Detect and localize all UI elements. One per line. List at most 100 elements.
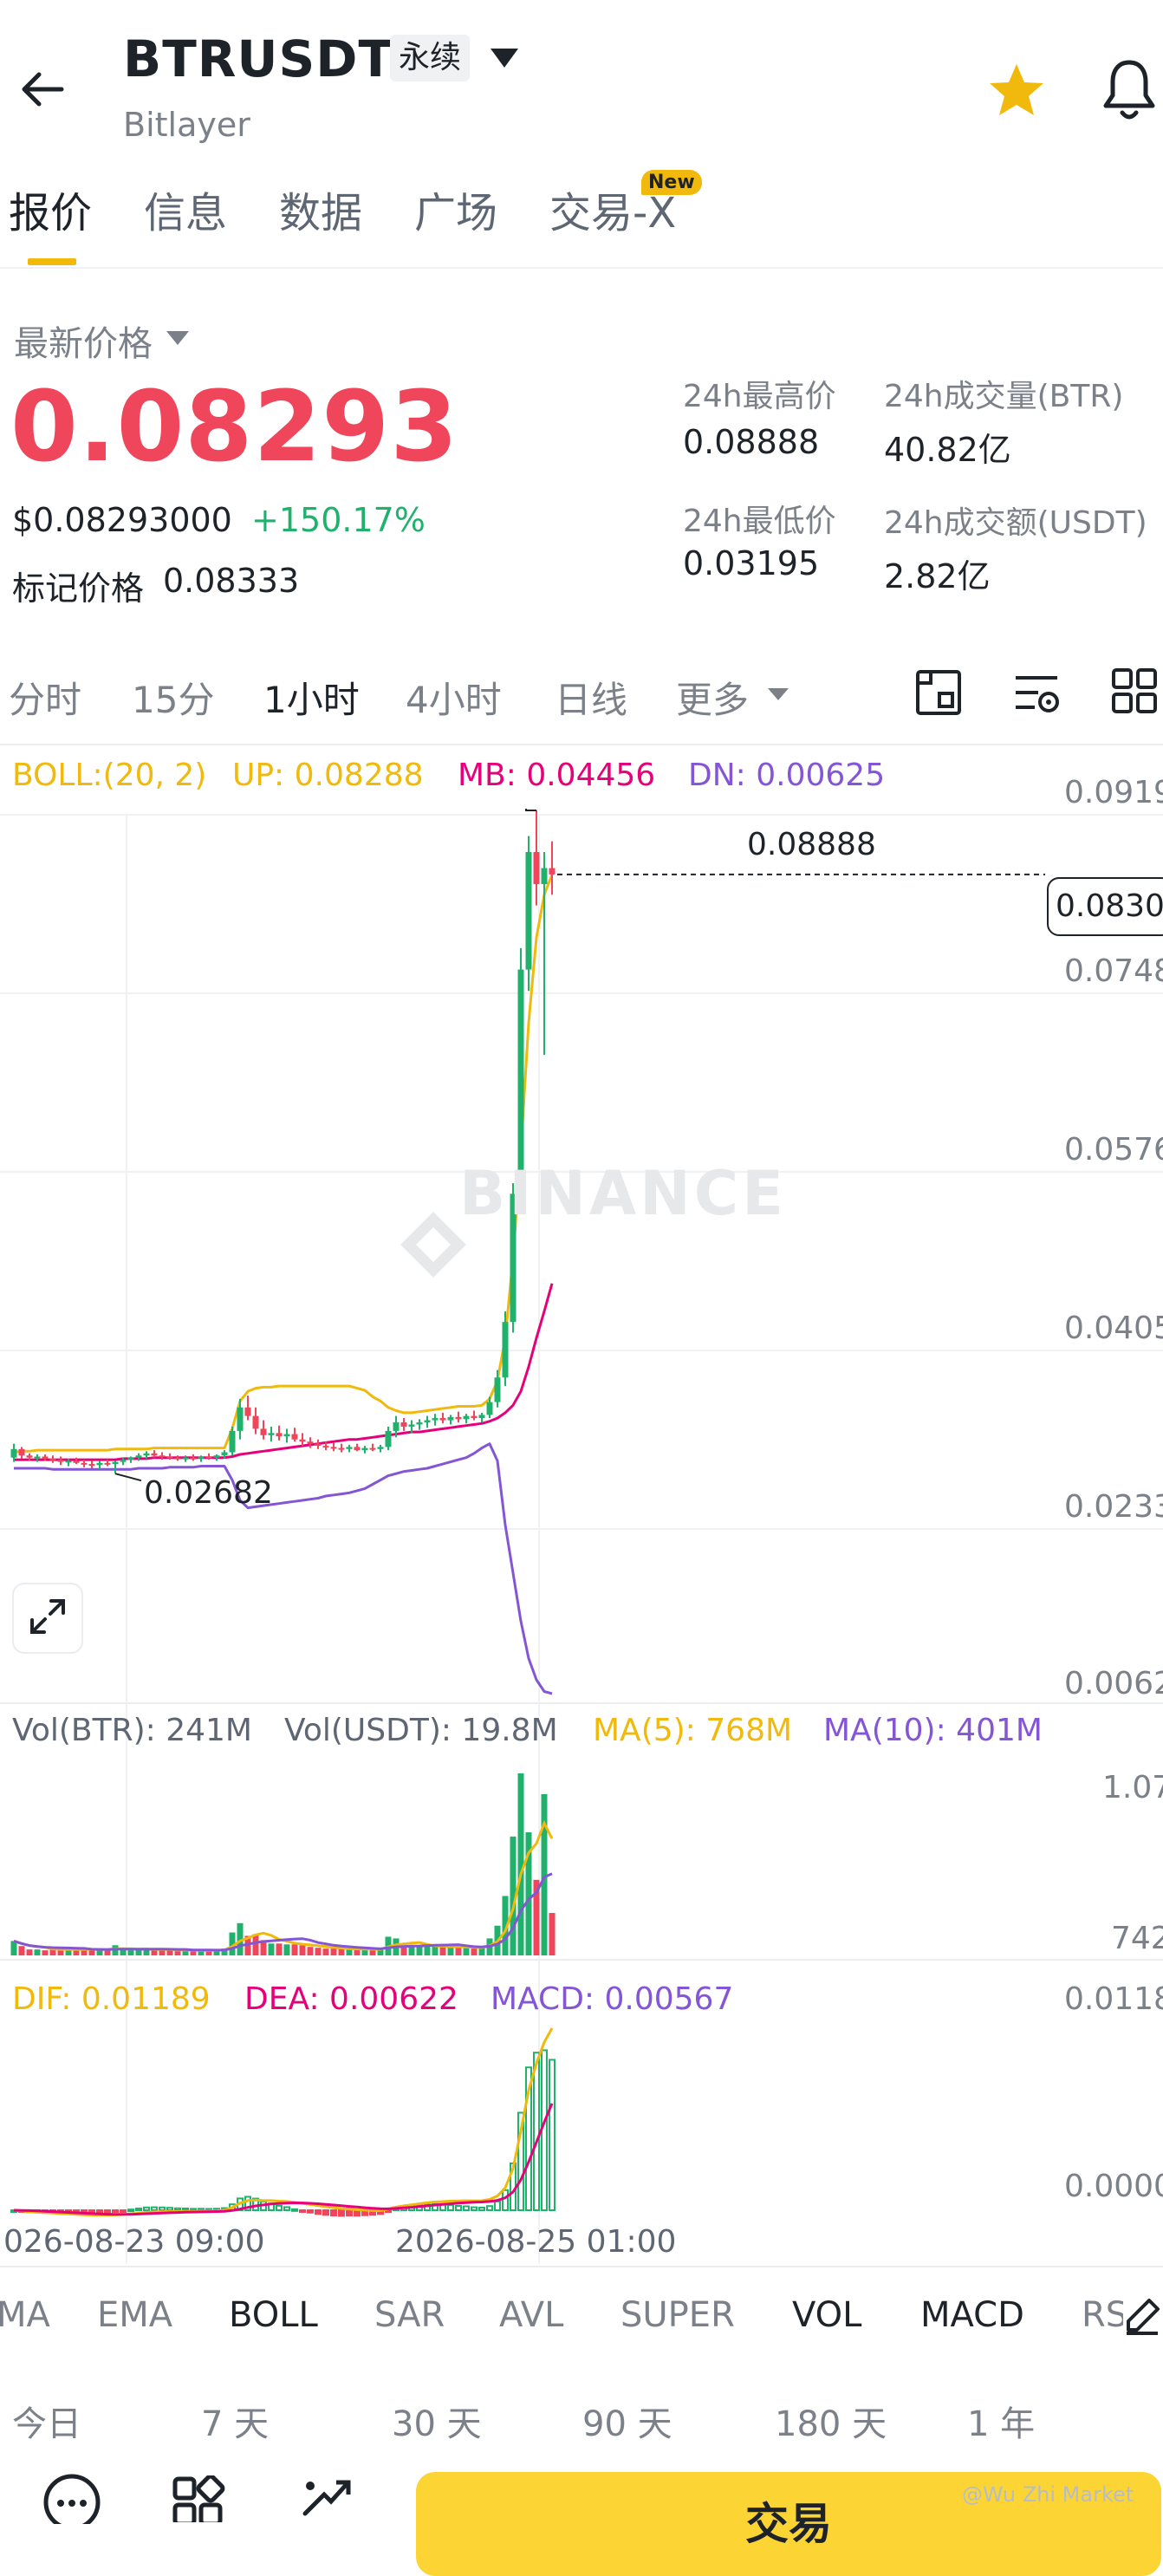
macd-histogram-bar (478, 2207, 485, 2211)
candle (549, 868, 556, 875)
candle (112, 1461, 119, 1465)
tab-square[interactable]: 广场 (414, 179, 497, 239)
stat-24h-low-value: 0.03195 (683, 544, 820, 582)
candle (377, 1447, 384, 1449)
timeframe-line[interactable]: 分时 (9, 671, 81, 724)
candle (486, 1402, 493, 1415)
favorite-button[interactable] (986, 61, 1047, 125)
xaxis-divider (0, 2266, 1163, 2267)
range-90d[interactable]: 90 天 (582, 2396, 672, 2446)
candle (408, 1424, 415, 1427)
source-watermark: @Wu Zhi Market (962, 2482, 1134, 2507)
candle (73, 1460, 80, 1463)
symbol-title[interactable]: BTRUSDT (123, 29, 393, 88)
candle (237, 1407, 244, 1431)
volume-bar (330, 1948, 337, 1955)
tab-info[interactable]: 信息 (144, 179, 227, 239)
contract-type-badge: 永续 (390, 35, 471, 81)
candle (330, 1447, 337, 1449)
candle (143, 1453, 150, 1456)
macd-histogram-bar (299, 2209, 306, 2213)
timeframe-more[interactable]: 更多 (676, 671, 749, 724)
timeframe-4h[interactable]: 4小时 (406, 671, 502, 724)
macd-histogram-bar (330, 2209, 337, 2217)
chart-settings-button[interactable] (1012, 667, 1062, 721)
indicator-super[interactable]: SUPER (620, 2295, 735, 2335)
candle (416, 1422, 423, 1425)
volume-bar (268, 1943, 275, 1955)
candle (299, 1439, 306, 1442)
candle (42, 1456, 49, 1459)
back-button[interactable] (12, 61, 73, 121)
stat-24h-high-value: 0.08888 (683, 423, 820, 461)
candle (127, 1457, 134, 1460)
indicator-ma[interactable]: MA (0, 2295, 50, 2335)
binance-watermark: BINANCE (459, 1158, 787, 1229)
range-30d[interactable]: 30 天 (392, 2396, 482, 2446)
y-tick-label: 0.0233 (1064, 1489, 1163, 1525)
candle (213, 1455, 220, 1458)
current-price-tag[interactable]: 0.0830 (1047, 877, 1163, 936)
grid-layout-button[interactable] (1111, 667, 1160, 719)
range-today[interactable]: 今日 (12, 2396, 81, 2446)
candle (81, 1462, 88, 1465)
depth-chart-button[interactable] (913, 667, 964, 721)
indicator-avl[interactable]: AVL (499, 2295, 563, 2335)
macd-histogram-bar (494, 2200, 501, 2212)
exchange-label: Bitlayer (123, 106, 250, 144)
caret-down-icon (165, 331, 191, 350)
indicator-macd[interactable]: MACD (920, 2295, 1024, 2335)
tab-quote[interactable]: 报价 (9, 179, 92, 239)
macd-histogram-bar (338, 2209, 345, 2217)
high-price-marker: 0.08888 (747, 827, 876, 862)
timeframe-1d[interactable]: 日线 (555, 671, 627, 724)
macd-histogram-bar (112, 2209, 119, 2213)
volume-bar (10, 1941, 17, 1955)
candle (260, 1428, 267, 1435)
x-tick-label: 2026-08-25 01:00 (395, 2224, 677, 2260)
chat-button[interactable] (42, 2472, 102, 2531)
range-7d[interactable]: 7 天 (201, 2396, 269, 2446)
volume-bar (549, 1913, 556, 1955)
symbol-dropdown[interactable] (487, 45, 522, 76)
trading-bot-button[interactable] (298, 2474, 354, 2522)
candle (26, 1455, 33, 1458)
tab-data[interactable]: 数据 (279, 179, 362, 239)
y-tick-label: 0.0062 (1064, 1666, 1163, 1701)
stat-24h-turnover-label: 24h成交额(USDT) (884, 505, 1147, 541)
indicator-rsi[interactable]: RS (1082, 2295, 1127, 2335)
macd-histogram-bar (120, 2209, 127, 2213)
expand-arrows-icon (27, 1596, 68, 1641)
indicator-vol[interactable]: VOL (792, 2295, 861, 2335)
indicator-boll[interactable]: BOLL (229, 2295, 318, 2335)
price-type-dropdown[interactable] (165, 329, 191, 350)
candle (541, 868, 548, 884)
candle (174, 1457, 181, 1460)
price-chart[interactable] (0, 780, 1163, 2271)
notifications-button[interactable] (1099, 57, 1160, 127)
timeframe-15m[interactable]: 15分 (132, 671, 214, 724)
indicator-sar[interactable]: SAR (374, 2295, 445, 2335)
candle (439, 1418, 446, 1421)
range-1y[interactable]: 1 年 (967, 2396, 1035, 2446)
timeframe-1h[interactable]: 1小时 (263, 671, 360, 724)
chat-icon (42, 2474, 102, 2531)
volume-bar (478, 1948, 485, 1955)
indicator-edit-button[interactable] (1123, 2292, 1163, 2340)
indicator-ema[interactable]: EMA (97, 2295, 172, 2335)
range-180d[interactable]: 180 天 (775, 2396, 887, 2446)
macd-y-bottom: 0.0000 (1064, 2169, 1163, 2204)
macd-dea-line (13, 2103, 554, 2216)
volume-bar (447, 1948, 454, 1955)
usd-price: $0.08293000 (12, 501, 232, 539)
candle (96, 1462, 103, 1466)
macd-histogram-bar (533, 2052, 540, 2212)
volume-bar (283, 1944, 290, 1955)
candle (268, 1433, 275, 1435)
candle (361, 1447, 368, 1451)
fullscreen-button[interactable] (12, 1583, 83, 1654)
volume-bar (424, 1946, 431, 1955)
price-type-label[interactable]: 最新价格 (14, 315, 153, 366)
apps-button[interactable] (170, 2474, 225, 2527)
volume-bar (307, 1947, 314, 1955)
